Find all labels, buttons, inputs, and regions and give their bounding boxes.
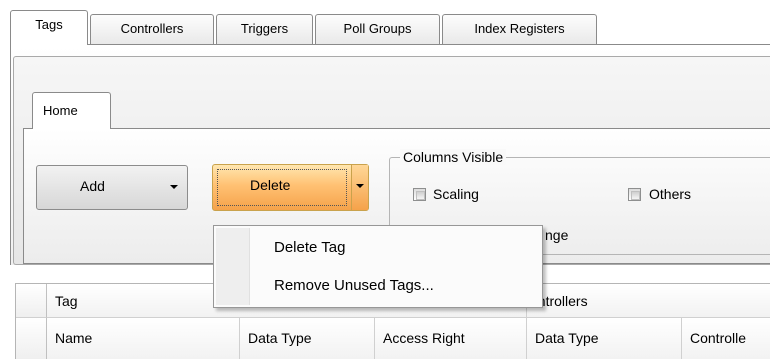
tab-tags-label: Tags (35, 17, 63, 32)
column-header-controller[interactable]: Controlle (682, 318, 770, 359)
tab-strip: Tags Controllers Triggers Poll Groups In… (0, 0, 770, 45)
add-button[interactable]: Add (36, 165, 188, 210)
grid-corner (16, 284, 47, 318)
columns-visible-title: Columns Visible (400, 149, 507, 165)
column-header-name-label: Name (55, 330, 93, 346)
menu-item-delete-tag[interactable]: Delete Tag (254, 230, 540, 266)
delete-split-button[interactable]: Delete (212, 164, 369, 211)
tab-triggers[interactable]: Triggers (216, 14, 313, 44)
menu-item-remove-unused-tags-label: Remove Unused Tags... (274, 277, 434, 294)
group-header-tag-label: Tag (55, 293, 78, 309)
column-header-access-right[interactable]: Access Right (375, 318, 527, 359)
others-checkbox[interactable] (628, 188, 641, 201)
tab-controllers[interactable]: Controllers (90, 14, 214, 44)
menu-item-remove-unused-tags[interactable]: Remove Unused Tags... (254, 268, 540, 304)
column-header-data-type[interactable]: Data Type (240, 318, 375, 359)
ribbon-tab-home-label: Home (43, 103, 78, 118)
dropdown-arrow-icon (356, 184, 364, 188)
partially-hidden-label: nge (545, 227, 569, 243)
dropdown-arrow-icon (170, 185, 178, 189)
scaling-checkbox[interactable] (413, 188, 426, 201)
tab-poll-groups[interactable]: Poll Groups (315, 14, 440, 44)
delete-button-label: Delete (250, 177, 291, 193)
tab-poll-groups-label: Poll Groups (343, 21, 412, 36)
column-header-data-type-label: Data Type (248, 330, 312, 346)
column-header-controller-data-type[interactable]: Data Type (527, 318, 682, 359)
tab-triggers-label: Triggers (240, 21, 289, 36)
ribbon-tab-home[interactable]: Home (32, 92, 111, 129)
tab-controllers-label: Controllers (120, 21, 184, 36)
column-header-name[interactable]: Name (47, 318, 240, 359)
column-header-controller-label: Controlle (690, 330, 747, 346)
tab-index-registers[interactable]: Index Registers (442, 14, 597, 44)
add-button-label: Add (80, 178, 105, 194)
group-header-controllers[interactable]: ontrollers (527, 284, 770, 318)
delete-dropdown-menu: Delete Tag Remove Unused Tags... (213, 225, 543, 308)
column-header-controller-data-type-label: Data Type (535, 330, 599, 346)
menu-icon-gutter (216, 228, 250, 305)
menu-item-delete-tag-label: Delete Tag (274, 239, 346, 256)
tab-tags[interactable]: Tags (10, 10, 88, 45)
others-checkbox-label: Others (649, 186, 692, 202)
grid-row-header (16, 318, 47, 359)
tab-index-registers-label: Index Registers (474, 21, 565, 36)
delete-dropdown-toggle[interactable] (352, 165, 368, 210)
scaling-checkbox-label: Scaling (433, 186, 479, 202)
column-header-access-right-label: Access Right (383, 330, 465, 346)
